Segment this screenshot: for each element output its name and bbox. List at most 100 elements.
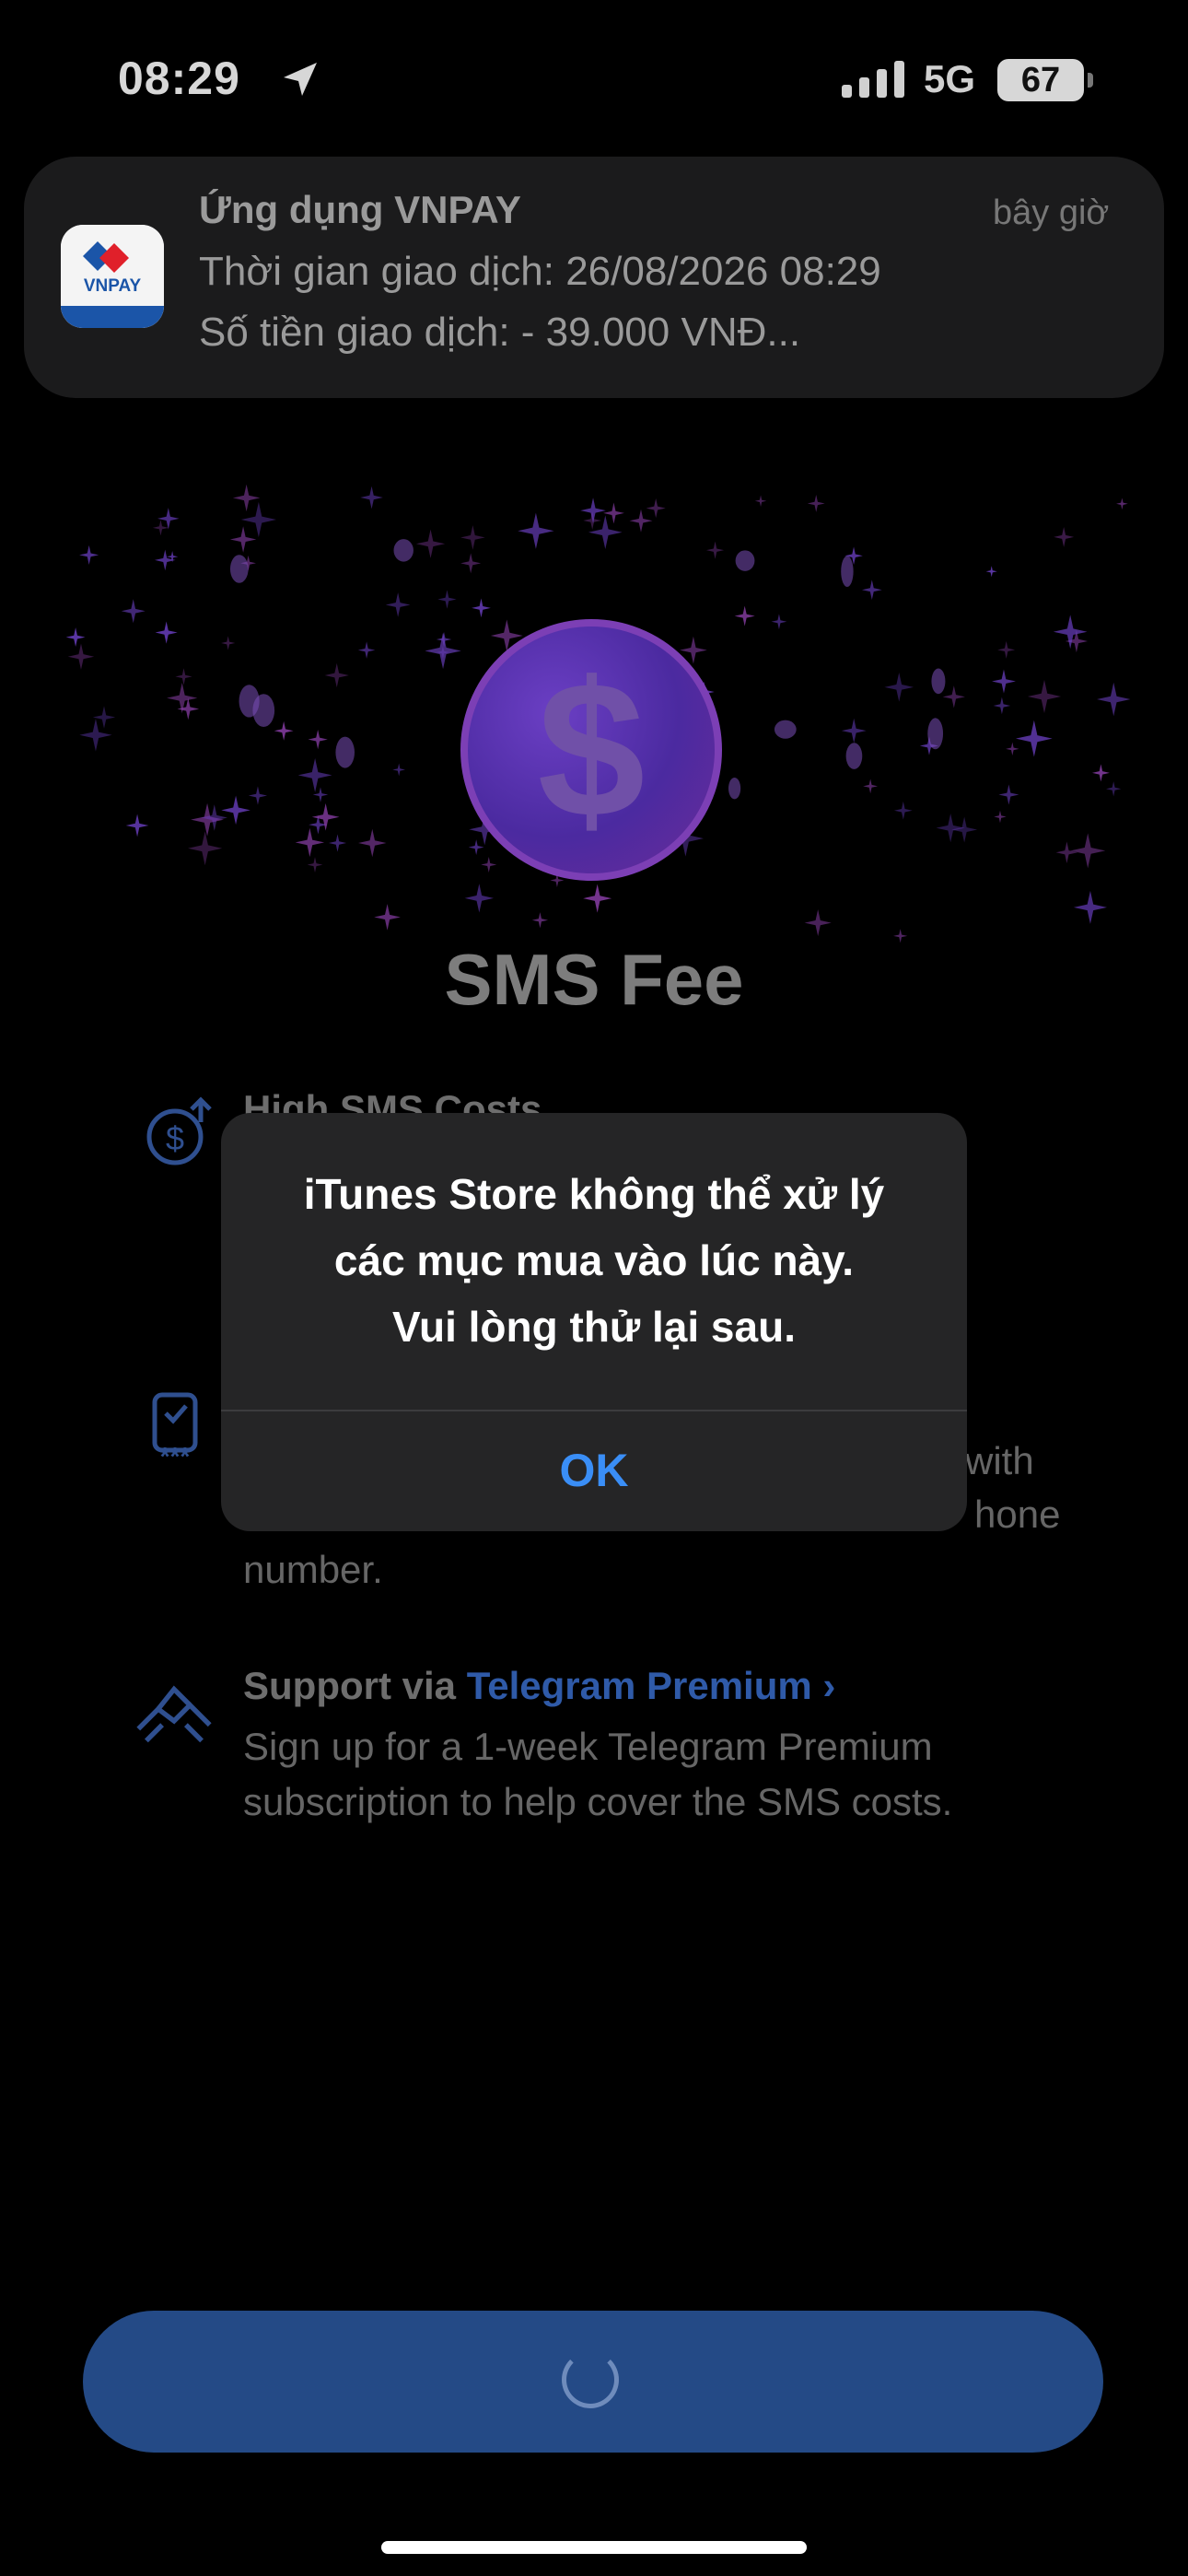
- chevron-right-icon: ›: [822, 1664, 836, 1707]
- sparkle: [1027, 679, 1062, 714]
- sparkle: [221, 636, 236, 650]
- alert-message: iTunes Store không thể xử lý các mục mua…: [221, 1161, 967, 1360]
- sparkle: [360, 486, 383, 509]
- battery-icon: 67: [997, 59, 1093, 101]
- feature-2-desc-line-3: number.: [243, 1548, 383, 1591]
- sparkle: [229, 526, 257, 553]
- feature-3-heading-prefix: Support via: [243, 1664, 467, 1707]
- sparkle: [201, 804, 228, 831]
- sparkle: [472, 598, 491, 618]
- sparkle: [67, 643, 95, 670]
- mini-coin: [735, 550, 755, 571]
- sparkle: [646, 498, 666, 519]
- sparkle: [274, 720, 294, 741]
- sparkle: [1055, 841, 1078, 864]
- sparkle: [221, 795, 250, 825]
- status-time: 08:29: [118, 53, 240, 104]
- sparkle: [392, 763, 406, 777]
- sparkle: [518, 512, 554, 549]
- sparkle: [1053, 615, 1088, 650]
- sparkle: [232, 484, 261, 512]
- sparkle: [580, 498, 606, 523]
- sparkle: [734, 605, 755, 626]
- sparkle: [385, 592, 411, 617]
- sparkle: [771, 614, 787, 630]
- sparkle: [155, 621, 178, 644]
- sparkle: [175, 668, 192, 685]
- dollar-up-icon: $: [146, 1096, 212, 1165]
- feature-3-desc-line-2: subscription to help cover the SMS costs…: [243, 1780, 953, 1823]
- alert-ok-button[interactable]: OK: [221, 1411, 967, 1529]
- svg-text:$: $: [166, 1119, 184, 1157]
- telegram-premium-link[interactable]: Telegram Premium: [467, 1664, 812, 1707]
- alert-line-3: Vui lòng thử lại sau.: [392, 1303, 796, 1351]
- sparkle: [311, 802, 340, 831]
- sparkle: [992, 669, 1016, 694]
- sparkle: [1006, 742, 1019, 756]
- page-title: SMS Fee: [444, 939, 744, 1020]
- sparkle: [1054, 526, 1075, 547]
- sparkle: [415, 529, 446, 558]
- notification-line-2: Số tiền giao dịch: - 39.000 VNĐ...: [199, 310, 801, 355]
- sparkle: [79, 544, 99, 565]
- sparkle: [804, 909, 832, 937]
- sparkle: [705, 541, 725, 559]
- mini-coin: [931, 668, 946, 695]
- sparkle: [994, 810, 1007, 824]
- vnpay-logo-text: VNPAY: [84, 276, 142, 296]
- sparkle: [460, 553, 482, 574]
- sparkle: [807, 495, 825, 512]
- sparkle: [357, 641, 376, 659]
- sparkle: [191, 802, 224, 837]
- sparkle: [863, 779, 879, 794]
- sparkle: [121, 599, 146, 624]
- sparkle: [1116, 498, 1128, 510]
- sparkle: [1097, 682, 1131, 717]
- sparkle: [998, 784, 1019, 805]
- feature-2-desc-tail-1: with: [965, 1439, 1034, 1482]
- sparkle: [437, 590, 457, 609]
- sparkle: [942, 685, 965, 708]
- sparkle: [374, 904, 401, 931]
- sparkle: [754, 495, 767, 507]
- network-type: 5G: [924, 57, 976, 100]
- home-indicator[interactable]: [381, 2541, 807, 2554]
- sparkle: [79, 719, 112, 752]
- sparkle: [997, 640, 1016, 659]
- mini-coin: [252, 694, 275, 727]
- sparkle: [893, 801, 913, 820]
- notification-app-name: Ứng dụng VNPAY: [199, 188, 521, 231]
- sparkle: [307, 857, 323, 873]
- phone-code-icon: ***: [152, 1392, 198, 1465]
- mini-coin: [927, 718, 944, 750]
- sparkle: [884, 673, 914, 702]
- mini-coin: [335, 736, 355, 768]
- battery-level: 67: [1020, 61, 1061, 100]
- sparkle: [1070, 833, 1106, 869]
- sparkle: [425, 632, 461, 670]
- sparkle: [985, 566, 997, 578]
- cellular-signal-icon: [842, 61, 904, 98]
- loading-spinner-icon: [562, 2351, 619, 2408]
- alert-line-1: iTunes Store không thể xử lý: [303, 1170, 885, 1218]
- sparkle: [125, 814, 149, 837]
- sparkle: [936, 814, 965, 843]
- sparkle: [65, 627, 86, 647]
- mini-coin: [845, 743, 863, 769]
- sparkle: [531, 912, 549, 929]
- mini-coin: [728, 778, 741, 800]
- sparkle: [583, 884, 612, 913]
- sparkle: [629, 509, 653, 533]
- location-arrow-icon: [284, 63, 317, 96]
- handshake-icon: [136, 1685, 212, 1743]
- sparkle: [993, 697, 1011, 715]
- sparkle: [358, 828, 387, 858]
- mini-coin: [774, 720, 797, 739]
- sparkle: [464, 884, 495, 913]
- feature-3-heading: Support via Telegram Premium ›: [243, 1664, 835, 1708]
- sparkle: [295, 827, 325, 858]
- notification-line-1: Thời gian giao dịch: 26/08/2026 08:29: [199, 249, 881, 294]
- sparkle: [308, 729, 328, 750]
- sparkle: [460, 525, 485, 550]
- sparkle: [152, 520, 169, 536]
